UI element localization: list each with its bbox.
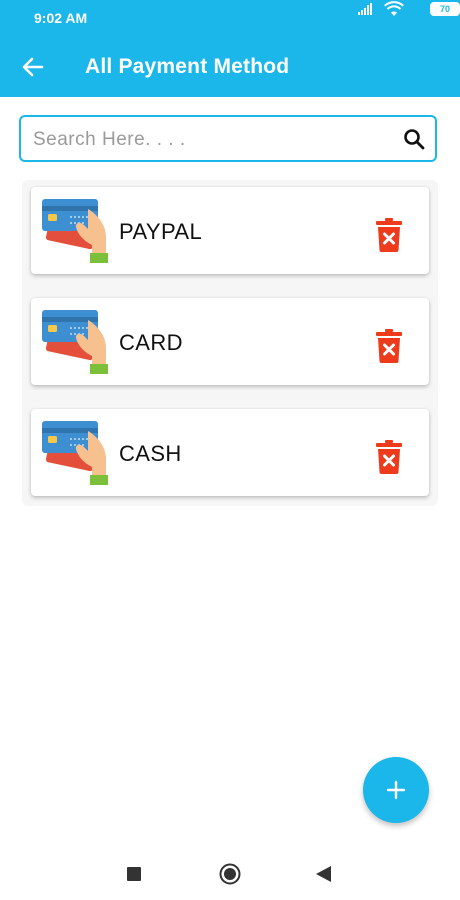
home-icon[interactable] (219, 863, 241, 885)
payment-method-label: PAYPAL (119, 219, 203, 244)
battery-level: 70 (439, 4, 450, 14)
search-input[interactable] (31, 125, 395, 155)
list-item-payment-method[interactable]: CARD (31, 298, 429, 385)
plus-icon (386, 780, 406, 800)
battery-icon: 70 (430, 2, 460, 16)
page-title: All Payment Method (85, 55, 290, 78)
search-icon[interactable] (403, 128, 425, 150)
status-bar: 9:02 AM 70 (0, 0, 460, 36)
credit-card-hand-icon (42, 199, 108, 263)
list-item-payment-method[interactable]: PAYPAL (31, 187, 429, 274)
delete-icon[interactable] (375, 218, 403, 252)
wifi-icon (384, 1, 404, 16)
back-icon[interactable] (316, 866, 331, 882)
recent-apps-icon[interactable] (127, 867, 141, 881)
list-item-payment-method[interactable]: CASH (31, 409, 429, 496)
credit-card-hand-icon (42, 421, 108, 485)
system-nav-bar (0, 848, 460, 900)
credit-card-hand-icon (42, 310, 108, 374)
status-time: 9:02 AM (34, 10, 88, 26)
search-box (19, 115, 437, 162)
delete-icon[interactable] (375, 329, 403, 363)
payment-method-label: CASH (119, 441, 182, 466)
delete-icon[interactable] (375, 440, 403, 474)
app-bar: 9:02 AM 70 All Payment Method (0, 0, 460, 97)
payment-method-list: PAYPAL CARD CASH (22, 180, 438, 506)
signal-icon (358, 3, 374, 15)
payment-method-label: CARD (119, 330, 183, 355)
back-arrow-icon[interactable] (20, 54, 46, 80)
add-payment-method-button[interactable] (363, 757, 429, 823)
